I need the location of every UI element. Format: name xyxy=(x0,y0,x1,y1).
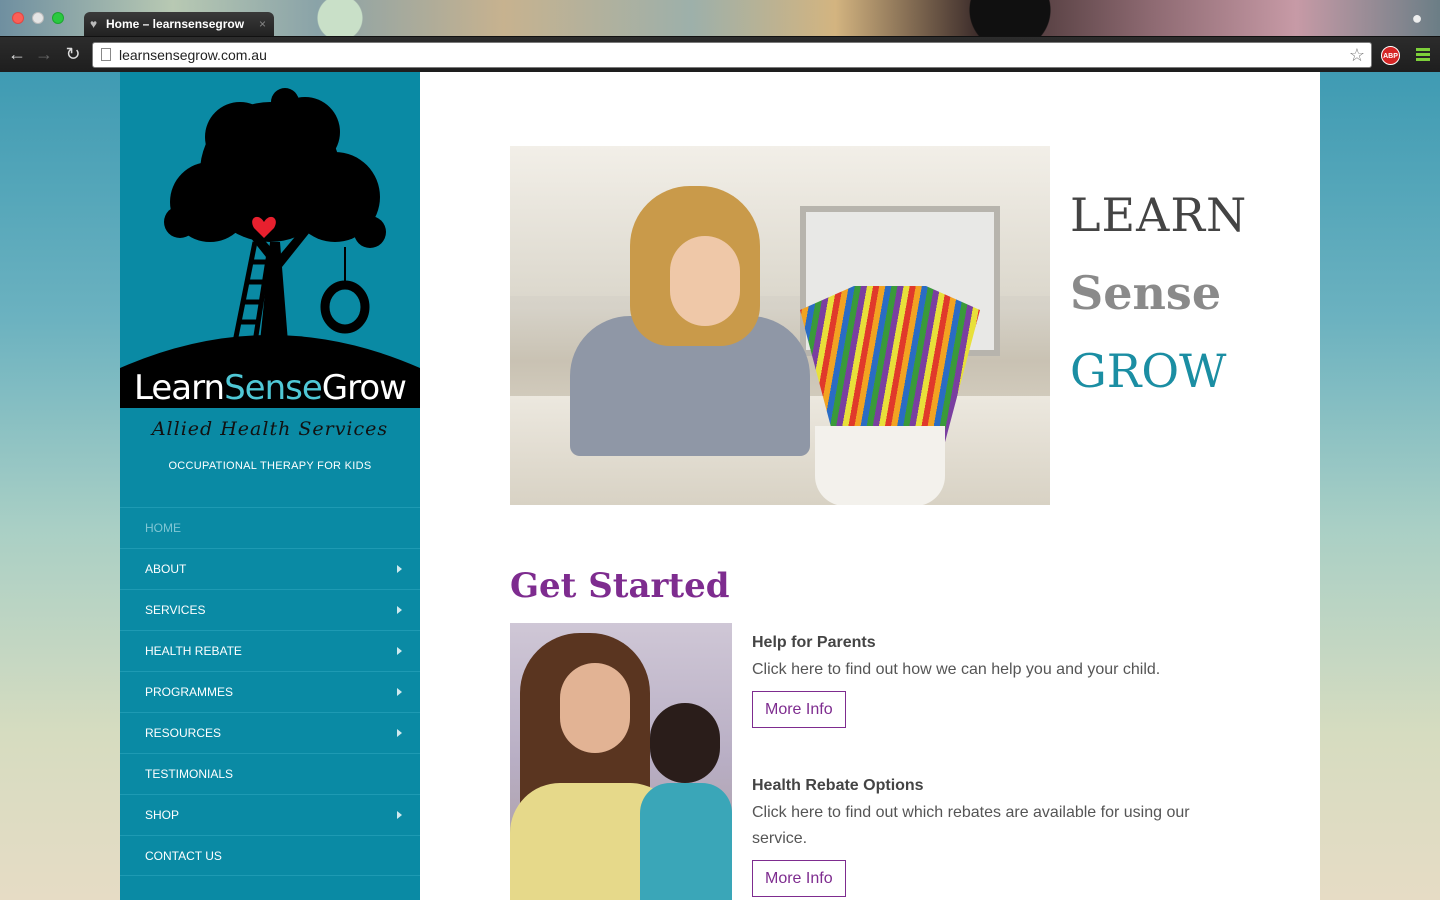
info-heading: Help for Parents xyxy=(752,634,876,651)
nav-item-services[interactable]: SERVICES xyxy=(120,589,420,630)
menu-icon[interactable] xyxy=(1416,48,1430,62)
tree-logo-icon xyxy=(120,88,420,368)
logo-subtitle: Allied Health Services xyxy=(151,418,389,440)
hero-photo xyxy=(510,146,1050,505)
back-icon[interactable]: ← xyxy=(6,43,28,65)
hero-tagline: LEARN Sense GROW xyxy=(1070,176,1247,410)
browser-tab[interactable]: ♥ Home – learnsensegrow × xyxy=(84,12,274,36)
incognito-icon: ● xyxy=(1411,8,1423,28)
tab-close-icon[interactable]: × xyxy=(259,12,266,36)
window-zoom-button[interactable] xyxy=(52,12,64,24)
nav-item-programmes[interactable]: PROGRAMMES xyxy=(120,671,420,712)
nav-item-shop[interactable]: SHOP xyxy=(120,794,420,835)
info-block-parents: Help for Parents Click here to find out … xyxy=(752,633,1232,728)
more-info-button[interactable]: More Info xyxy=(752,691,846,728)
window-minimize-button[interactable] xyxy=(32,12,44,24)
page-icon xyxy=(101,48,111,61)
site-tagline: OCCUPATIONAL THERAPY FOR KIDS xyxy=(168,460,372,472)
chevron-right-icon xyxy=(397,606,402,614)
url-text: learnsensegrow.com.au xyxy=(119,47,267,63)
info-text: Click here to find out how we can help y… xyxy=(752,661,1161,678)
hero-word-learn: LEARN xyxy=(1070,188,1248,242)
info-text: Click here to find out which rebates are… xyxy=(752,804,1190,847)
info-block-rebates: Health Rebate Options Click here to find… xyxy=(752,776,1232,897)
browser-titlebar: ♥ Home – learnsensegrow × ● xyxy=(0,0,1440,36)
section-title: Get Started xyxy=(510,566,730,606)
site-logo[interactable]: LearnSenseGrow Allied Health Services OC… xyxy=(120,72,420,508)
reload-icon[interactable]: ↻ xyxy=(62,43,84,65)
more-info-button[interactable]: More Info xyxy=(752,860,846,897)
chevron-right-icon xyxy=(397,688,402,696)
heart-favicon-icon: ♥ xyxy=(90,17,98,31)
nav-item-testimonials[interactable]: TESTIMONIALS xyxy=(120,753,420,794)
forward-icon[interactable]: → xyxy=(33,43,55,65)
hero-word-sense: Sense xyxy=(1070,266,1222,320)
parent-child-photo xyxy=(510,623,732,900)
main-nav: HOME ABOUT SERVICES HEALTH REBATE PROGRA… xyxy=(120,507,420,876)
hero-word-grow: GROW xyxy=(1070,344,1227,398)
chevron-right-icon xyxy=(397,729,402,737)
browser-toolbar: ← → ↻ learnsensegrow.com.au ☆ ABP xyxy=(0,36,1440,72)
logo-wordmark: LearnSenseGrow xyxy=(134,368,407,408)
info-heading: Health Rebate Options xyxy=(752,777,924,794)
nav-item-resources[interactable]: RESOURCES xyxy=(120,712,420,753)
nav-item-about[interactable]: ABOUT xyxy=(120,548,420,589)
adblock-extension-icon[interactable]: ABP xyxy=(1381,46,1400,65)
chevron-right-icon xyxy=(397,647,402,655)
bookmark-star-icon[interactable]: ☆ xyxy=(1349,43,1365,67)
window-close-button[interactable] xyxy=(12,12,24,24)
main-content: LEARN Sense GROW Get Started Help for Pa… xyxy=(420,72,1320,900)
tab-title: Home – learnsensegrow xyxy=(106,17,245,31)
sidebar: LearnSenseGrow Allied Health Services OC… xyxy=(120,72,420,900)
nav-item-contact-us[interactable]: CONTACT US xyxy=(120,835,420,876)
nav-item-health-rebate[interactable]: HEALTH REBATE xyxy=(120,630,420,671)
address-bar[interactable]: learnsensegrow.com.au ☆ xyxy=(92,42,1372,68)
chevron-right-icon xyxy=(397,565,402,573)
chevron-right-icon xyxy=(397,811,402,819)
nav-item-home[interactable]: HOME xyxy=(120,507,420,548)
